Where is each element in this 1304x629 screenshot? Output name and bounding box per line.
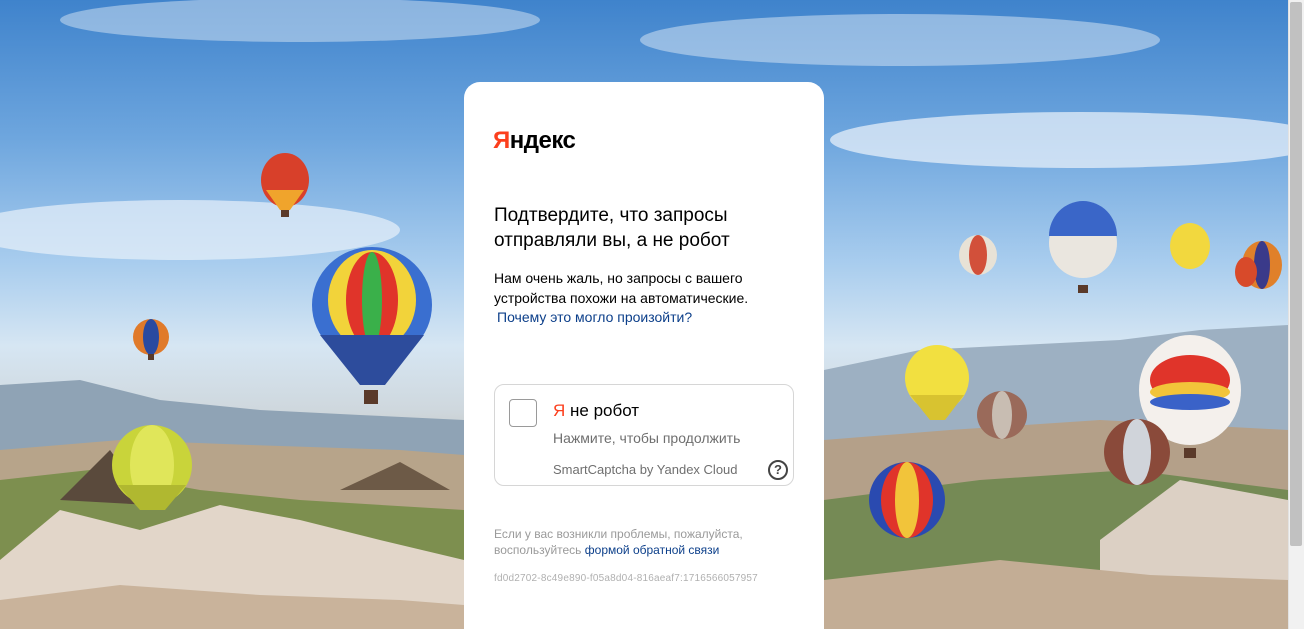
captcha-title: Я не робот (553, 401, 639, 421)
captcha-title-prefix: Я (553, 401, 566, 420)
page-title: Подтвердите, что запросы отправляли вы, … (494, 205, 730, 251)
logo-rest: ндекс (509, 127, 576, 154)
help-icon[interactable]: ? (768, 460, 788, 480)
not-robot-checkbox[interactable] (509, 399, 537, 427)
request-id: fd0d2702-8c49e890-f05a8d04-816aeaf7:1716… (494, 573, 758, 584)
smartcaptcha-widget: Я не робот Нажмите, чтобы продолжить Sma… (494, 384, 794, 486)
captcha-brand: SmartCaptcha by Yandex Cloud (553, 462, 738, 477)
description-text: Нам очень жаль, но запросы с вашего устр… (494, 270, 749, 306)
logo-first-letter: Я (493, 127, 510, 154)
captcha-card: Яндекс Подтвердите, что запросы отправля… (464, 82, 824, 629)
feedback-form-link[interactable]: формой обратной связи (585, 543, 720, 557)
why-link[interactable]: Почему это могло произойти? (497, 309, 692, 325)
footer-note: Если у вас возникли проблемы, пожалуйста… (494, 526, 794, 558)
yandex-logo[interactable]: Яндекс (493, 127, 576, 155)
scrollbar-thumb[interactable] (1290, 2, 1302, 546)
captcha-title-rest: не робот (565, 401, 640, 420)
captcha-hint: Нажмите, чтобы продолжить (553, 430, 741, 446)
